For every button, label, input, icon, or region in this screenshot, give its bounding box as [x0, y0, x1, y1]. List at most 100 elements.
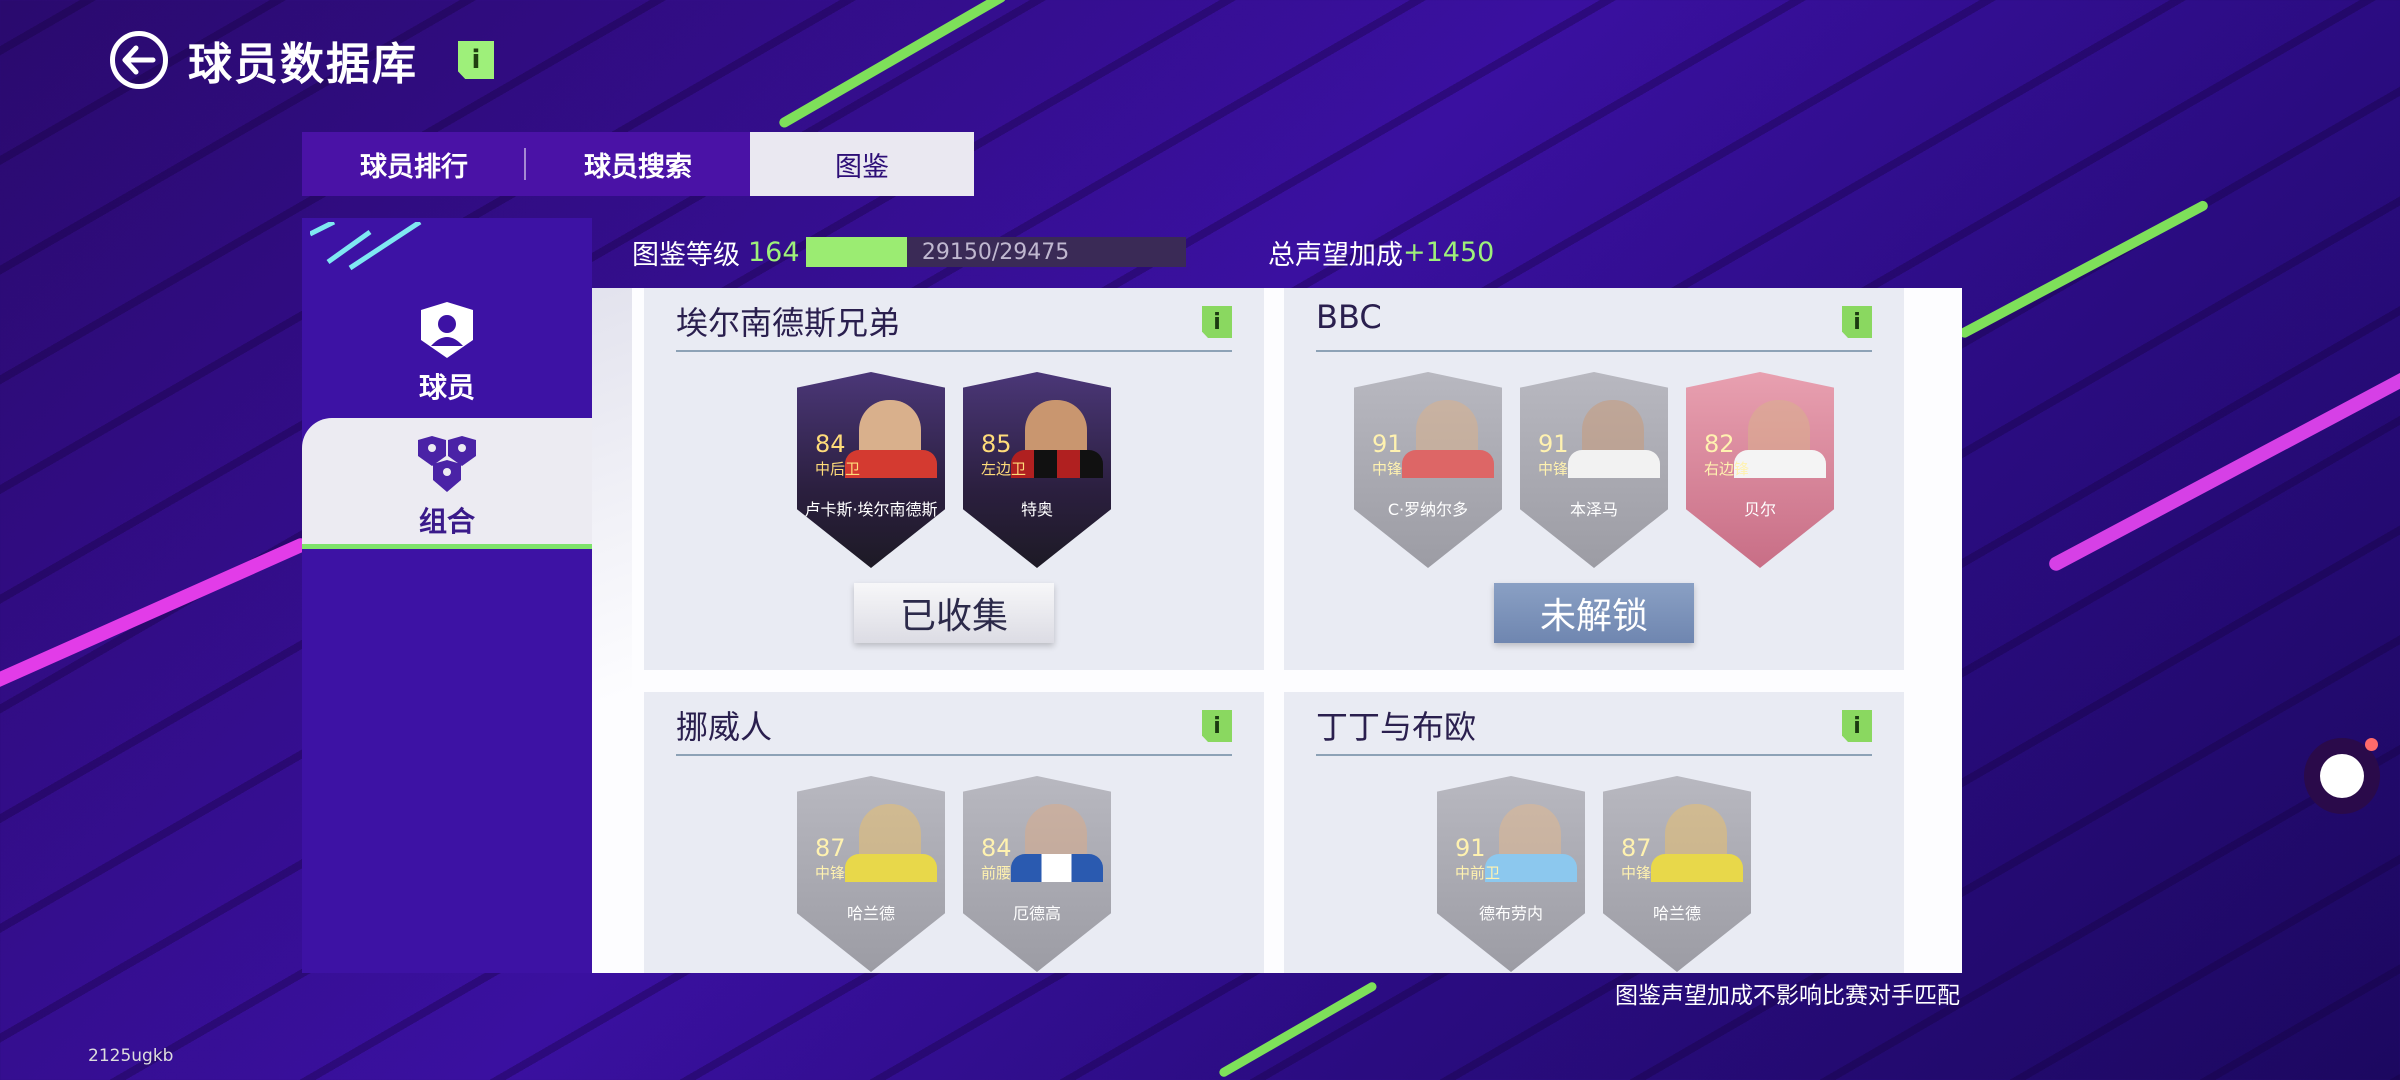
page-title: 球员数据库 — [188, 39, 418, 90]
back-button[interactable] — [110, 31, 168, 89]
background-streak — [777, 0, 1008, 130]
watermark: 2125ugkb — [88, 1046, 174, 1066]
player-rating: 85 — [981, 430, 1012, 458]
player-card[interactable]: 85 左边卫 特奥 — [963, 372, 1111, 568]
sidebar-item-combos[interactable]: 组合 — [302, 418, 592, 549]
sidebar-item-label: 球员 — [418, 371, 475, 404]
player-card[interactable]: 84 前腰 厄德高 — [957, 772, 1117, 973]
player-shirt — [1011, 854, 1103, 882]
player-name: 哈兰德 — [1652, 904, 1701, 923]
assistant-icon — [2320, 754, 2364, 798]
level-progress-bar: 29150/29475 — [805, 237, 1186, 267]
combo-title: 丁丁与布欧 — [1316, 708, 1477, 746]
reputation-bonus: 总声望加成 +1450 — [1268, 232, 1494, 272]
player-position: 中锋 — [1372, 460, 1403, 478]
player-name: 厄德高 — [1012, 904, 1061, 923]
tab-label: 球员搜索 — [584, 151, 692, 183]
player-position: 中锋 — [1621, 864, 1652, 882]
player-rating: 84 — [815, 430, 846, 458]
combo-title: 埃尔南德斯兄弟 — [676, 304, 901, 342]
player-row: 87 中锋 哈兰德 84 前腰 厄德高 — [644, 772, 1264, 973]
player-position: 中锋 — [815, 864, 846, 882]
level-value: 164 — [748, 236, 800, 268]
player-position: 中锋 — [1538, 460, 1569, 478]
player-shirt — [1402, 450, 1494, 478]
player-name: 卢卡斯·埃尔南德斯 — [804, 500, 938, 519]
player-name: 本泽马 — [1569, 500, 1618, 519]
tab-player-search[interactable]: 球员搜索 — [526, 132, 750, 196]
player-rating: 87 — [1621, 834, 1652, 862]
player-rating: 91 — [1538, 430, 1569, 458]
info-button[interactable]: i — [458, 41, 494, 79]
combo-title: BBC — [1316, 298, 1382, 336]
player-position: 中后卫 — [815, 460, 861, 478]
locked-button[interactable]: 未解锁 — [1494, 583, 1694, 643]
player-shirt — [845, 854, 937, 882]
tab-collection[interactable]: 图鉴 — [750, 132, 974, 196]
floating-assistant-button[interactable] — [2304, 738, 2380, 814]
player-card[interactable]: 91 中锋 C·罗纳尔多 — [1348, 368, 1508, 572]
header: 球员数据库 i — [110, 28, 494, 92]
notification-dot — [2365, 738, 2378, 751]
divider — [676, 754, 1232, 756]
combo-list-panel[interactable]: 埃尔南德斯兄弟 i 84 中后卫 卢卡斯·埃尔南德斯 85 左边卫 特奥 已收集 — [592, 288, 1962, 973]
panel-decoration — [592, 288, 632, 973]
divider — [1316, 754, 1872, 756]
sidebar-deco — [310, 222, 422, 271]
player-row: 91 中锋 C·罗纳尔多 91 中锋 本泽马 82 右边锋 贝尔 — [1284, 368, 1904, 572]
player-rating: 91 — [1455, 834, 1486, 862]
player-card[interactable]: 82 右边锋 贝尔 — [1680, 368, 1840, 572]
sidebar: 球员 组合 — [302, 218, 592, 973]
player-icon — [421, 302, 473, 358]
sidebar-item-players[interactable]: 球员 — [302, 300, 592, 410]
combo-card[interactable]: 丁丁与布欧 i 91 中前卫 德布劳内 87 中锋 哈兰德 — [1284, 692, 1904, 973]
level-progress-text: 29150/29475 — [921, 239, 1070, 265]
player-card[interactable]: 87 中锋 哈兰德 — [791, 772, 951, 973]
combo-title: 挪威人 — [676, 708, 773, 746]
combo-card[interactable]: 埃尔南德斯兄弟 i 84 中后卫 卢卡斯·埃尔南德斯 85 左边卫 特奥 已收集 — [644, 288, 1264, 670]
player-card[interactable]: 87 中锋 哈兰德 — [1597, 772, 1757, 973]
info-button[interactable]: i — [1202, 710, 1232, 742]
combo-card[interactable]: 挪威人 i 87 中锋 哈兰德 84 前腰 厄德高 — [644, 692, 1264, 973]
arrow-left-icon — [122, 45, 156, 75]
collected-button[interactable]: 已收集 — [854, 583, 1054, 643]
collection-level: 图鉴等级 164 29150/29475 — [632, 232, 1186, 272]
level-label: 图鉴等级 — [632, 239, 740, 271]
player-position: 前腰 — [981, 864, 1012, 882]
reputation-label: 总声望加成 — [1268, 239, 1403, 271]
tab-player-ranking[interactable]: 球员排行 — [302, 132, 526, 196]
reputation-value: +1450 — [1403, 236, 1495, 268]
player-position: 右边锋 — [1704, 460, 1750, 478]
background-streak — [0, 536, 310, 704]
player-rating: 87 — [815, 834, 846, 862]
player-rating: 91 — [1372, 430, 1403, 458]
player-shirt — [1651, 854, 1743, 882]
player-name: 德布劳内 — [1478, 904, 1543, 923]
player-rating: 82 — [1704, 430, 1735, 458]
player-row: 91 中前卫 德布劳内 87 中锋 哈兰德 — [1284, 772, 1904, 973]
tab-label: 球员排行 — [360, 151, 468, 183]
player-name: 哈兰德 — [846, 904, 895, 923]
player-position: 左边卫 — [981, 460, 1027, 478]
tab-bar: 球员排行 球员搜索 图鉴 — [302, 132, 974, 196]
divider — [676, 350, 1232, 352]
info-button[interactable]: i — [1842, 710, 1872, 742]
player-name: C·罗纳尔多 — [1387, 500, 1469, 519]
player-card[interactable]: 91 中锋 本泽马 — [1514, 368, 1674, 572]
footer-note: 图鉴声望加成不影响比赛对手匹配 — [1615, 983, 1960, 1009]
info-button[interactable]: i — [1842, 306, 1872, 338]
divider — [1316, 350, 1872, 352]
background-streak — [1957, 199, 2210, 340]
combo-card[interactable]: BBC i 91 中锋 C·罗纳尔多 91 中锋 本泽马 82 右边锋 贝尔 未… — [1284, 288, 1904, 670]
info-button[interactable]: i — [1202, 306, 1232, 338]
player-position: 中前卫 — [1455, 864, 1501, 882]
group-icon — [418, 436, 476, 492]
player-card[interactable]: 84 中后卫 卢卡斯·埃尔南德斯 — [797, 372, 945, 568]
background-streak — [1217, 980, 1379, 1079]
player-name: 贝尔 — [1743, 500, 1776, 519]
background-streak — [2046, 363, 2400, 574]
player-row: 84 中后卫 卢卡斯·埃尔南德斯 85 左边卫 特奥 — [644, 372, 1264, 568]
player-name: 特奥 — [1020, 500, 1053, 519]
tab-label: 图鉴 — [835, 151, 889, 183]
player-card[interactable]: 91 中前卫 德布劳内 — [1431, 772, 1591, 973]
